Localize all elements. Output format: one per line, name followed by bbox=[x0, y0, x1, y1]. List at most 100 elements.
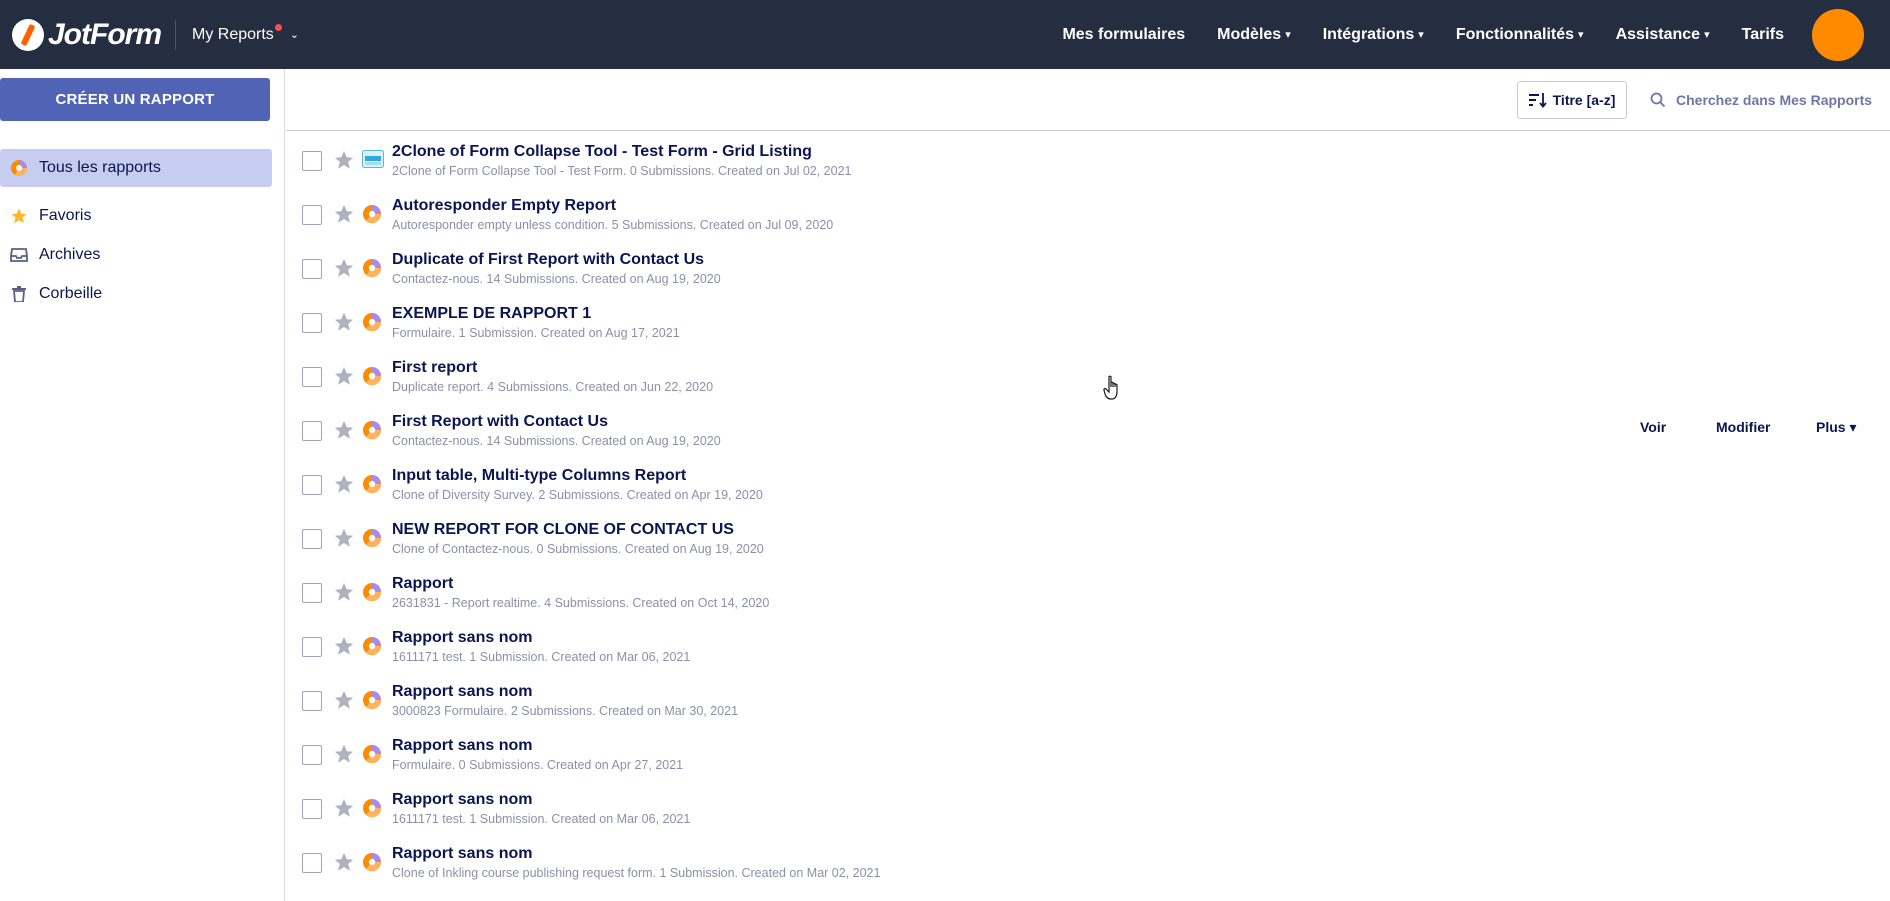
report-row[interactable]: First Report with Contact Us Contactez-no… bbox=[286, 401, 1890, 455]
report-row[interactable]: Rapport sans nom 3000823 Formulaire. 2 Su… bbox=[286, 671, 1890, 725]
report-title[interactable]: First Report with Contact Us bbox=[392, 413, 721, 431]
edit-button[interactable]: Modifier bbox=[1716, 419, 1770, 435]
report-title[interactable]: Rapport sans nom bbox=[392, 845, 880, 863]
report-checkbox[interactable] bbox=[302, 637, 322, 657]
report-checkbox[interactable] bbox=[302, 583, 322, 603]
report-checkbox[interactable] bbox=[302, 367, 322, 387]
report-row[interactable]: First report Duplicate report. 4 Submissi… bbox=[286, 347, 1890, 401]
sidebar-item-label: Archives bbox=[39, 246, 101, 263]
report-checkbox[interactable] bbox=[302, 529, 322, 549]
favorite-star-icon[interactable] bbox=[333, 527, 355, 549]
user-avatar[interactable] bbox=[1812, 8, 1864, 61]
favorite-star-icon[interactable] bbox=[333, 257, 355, 279]
nav-item-mes-formulaires[interactable]: Mes formulaires bbox=[1062, 26, 1185, 44]
favorite-star-icon[interactable] bbox=[333, 311, 355, 333]
create-report-button[interactable]: CRÉER UN RAPPORT bbox=[0, 78, 270, 121]
report-row[interactable]: Input table, Multi-type Columns Report Cl… bbox=[286, 455, 1890, 509]
report-text[interactable]: Rapport sans nom Clone of Inkling course … bbox=[392, 845, 880, 880]
caret-down-icon: ▾ bbox=[1578, 29, 1584, 41]
sidebar-item-archives[interactable]: Archives bbox=[0, 236, 272, 274]
report-checkbox[interactable] bbox=[302, 853, 322, 873]
report-row[interactable]: Rapport sans nom Clone of Inkling course … bbox=[286, 833, 1890, 887]
report-text[interactable]: EXEMPLE DE RAPPORT 1 Formulaire. 1 Submis… bbox=[392, 305, 680, 340]
report-row[interactable]: NEW REPORT FOR CLONE OF CONTACT US Clone … bbox=[286, 509, 1890, 563]
report-title[interactable]: First report bbox=[392, 359, 713, 377]
report-text[interactable]: Duplicate of First Report with Contact U… bbox=[392, 251, 721, 286]
report-checkbox[interactable] bbox=[302, 259, 322, 279]
favorite-star-icon[interactable] bbox=[333, 473, 355, 495]
search-box[interactable] bbox=[1650, 81, 1886, 119]
report-checkbox[interactable] bbox=[302, 745, 322, 765]
sort-button[interactable]: Titre [a-z] bbox=[1517, 81, 1627, 119]
report-text[interactable]: Rapport sans nom Formulaire. 0 Submission… bbox=[392, 737, 683, 772]
report-subtitle: Contactez-nous. 14 Submissions. Created … bbox=[392, 272, 721, 286]
report-text[interactable]: First Report with Contact Us Contactez-no… bbox=[392, 413, 721, 448]
my-reports-dropdown[interactable]: My Reports ⌄ bbox=[192, 24, 299, 44]
view-button[interactable]: Voir bbox=[1640, 419, 1666, 435]
favorite-star-icon[interactable] bbox=[333, 689, 355, 711]
nav-item-int-grations[interactable]: Intégrations ▾ bbox=[1323, 26, 1424, 44]
pie-report-icon bbox=[362, 744, 382, 764]
report-checkbox[interactable] bbox=[302, 421, 322, 441]
report-text[interactable]: Input table, Multi-type Columns Report Cl… bbox=[392, 467, 763, 502]
report-title[interactable]: Rapport sans nom bbox=[392, 791, 690, 809]
report-row[interactable]: Duplicate of First Report with Contact U… bbox=[286, 239, 1890, 293]
nav-item-mod-les[interactable]: Modèles ▾ bbox=[1217, 26, 1291, 44]
favorite-star-icon[interactable] bbox=[333, 635, 355, 657]
sidebar-item-tous-les-rapports[interactable]: Tous les rapports bbox=[0, 149, 272, 187]
favorite-star-icon[interactable] bbox=[333, 149, 355, 171]
report-row[interactable]: Rapport sans nom 1611171 test. 1 Submissi… bbox=[286, 617, 1890, 671]
report-row[interactable]: 2Clone of Form Collapse Tool - Test Form… bbox=[286, 131, 1890, 185]
report-checkbox[interactable] bbox=[302, 205, 322, 225]
report-row[interactable]: Rapport sans nom Formulaire. 0 Submission… bbox=[286, 725, 1890, 779]
report-title[interactable]: Rapport sans nom bbox=[392, 737, 683, 755]
report-subtitle: Clone of Diversity Survey. 2 Submissions… bbox=[392, 488, 763, 502]
report-title[interactable]: Rapport sans nom bbox=[392, 683, 738, 701]
favorite-star-icon[interactable] bbox=[333, 581, 355, 603]
report-checkbox[interactable] bbox=[302, 475, 322, 495]
report-text[interactable]: Rapport 2631831 - Report realtime. 4 Subm… bbox=[392, 575, 769, 610]
report-row[interactable]: Rapport 2631831 - Report realtime. 4 Subm… bbox=[286, 563, 1890, 617]
report-title[interactable]: Autoresponder Empty Report bbox=[392, 197, 833, 215]
sidebar-item-favoris[interactable]: Favoris bbox=[0, 197, 272, 235]
report-title[interactable]: 2Clone of Form Collapse Tool - Test Form… bbox=[392, 143, 852, 161]
report-subtitle: 2631831 - Report realtime. 4 Submissions… bbox=[392, 596, 770, 610]
report-text[interactable]: Rapport sans nom 1611171 test. 1 Submissi… bbox=[392, 791, 690, 826]
report-title[interactable]: Duplicate of First Report with Contact U… bbox=[392, 251, 721, 269]
report-text[interactable]: Autoresponder Empty Report Autoresponder … bbox=[392, 197, 833, 232]
report-subtitle: Clone of Contactez-nous. 0 Submissions. … bbox=[392, 542, 764, 556]
hand-cursor-icon bbox=[1103, 375, 1118, 400]
nav-item-fonctionnalit-s[interactable]: Fonctionnalités ▾ bbox=[1456, 26, 1584, 44]
report-text[interactable]: NEW REPORT FOR CLONE OF CONTACT US Clone … bbox=[392, 521, 764, 556]
more-button[interactable]: Plus ▾ bbox=[1816, 419, 1856, 436]
report-row[interactable]: Autoresponder Empty Report Autoresponder … bbox=[286, 185, 1890, 239]
nav-item-tarifs[interactable]: Tarifs bbox=[1742, 26, 1784, 44]
report-title[interactable]: NEW REPORT FOR CLONE OF CONTACT US bbox=[392, 521, 764, 539]
report-title[interactable]: Rapport sans nom bbox=[392, 629, 690, 647]
favorite-star-icon[interactable] bbox=[333, 743, 355, 765]
search-input[interactable] bbox=[1676, 92, 1886, 108]
favorite-star-icon[interactable] bbox=[333, 419, 355, 441]
sidebar-item-corbeille[interactable]: Corbeille bbox=[0, 275, 272, 313]
favorite-star-icon[interactable] bbox=[333, 203, 355, 225]
report-title[interactable]: Rapport bbox=[392, 575, 769, 593]
report-text[interactable]: Rapport sans nom 1611171 test. 1 Submissi… bbox=[392, 629, 690, 664]
report-checkbox[interactable] bbox=[302, 691, 322, 711]
jotform-logo[interactable]: JotForm bbox=[12, 0, 162, 69]
report-title[interactable]: Input table, Multi-type Columns Report bbox=[392, 467, 763, 485]
grid-report-icon bbox=[362, 150, 384, 170]
favorite-star-icon[interactable] bbox=[333, 851, 355, 873]
report-checkbox[interactable] bbox=[302, 151, 322, 171]
report-checkbox[interactable] bbox=[302, 313, 322, 333]
nav-item-assistance[interactable]: Assistance ▾ bbox=[1616, 26, 1710, 44]
report-text[interactable]: Rapport sans nom 3000823 Formulaire. 2 Su… bbox=[392, 683, 738, 718]
report-text[interactable]: First report Duplicate report. 4 Submissi… bbox=[392, 359, 713, 394]
report-title[interactable]: EXEMPLE DE RAPPORT 1 bbox=[392, 305, 680, 323]
report-row[interactable]: EXEMPLE DE RAPPORT 1 Formulaire. 1 Submis… bbox=[286, 293, 1890, 347]
pie-report-icon bbox=[362, 258, 382, 278]
report-checkbox[interactable] bbox=[302, 799, 322, 819]
favorite-star-icon[interactable] bbox=[333, 365, 355, 387]
report-text[interactable]: 2Clone of Form Collapse Tool - Test Form… bbox=[392, 143, 852, 178]
favorite-star-icon[interactable] bbox=[333, 797, 355, 819]
report-row[interactable]: Rapport sans nom 1611171 test. 1 Submissi… bbox=[286, 779, 1890, 833]
